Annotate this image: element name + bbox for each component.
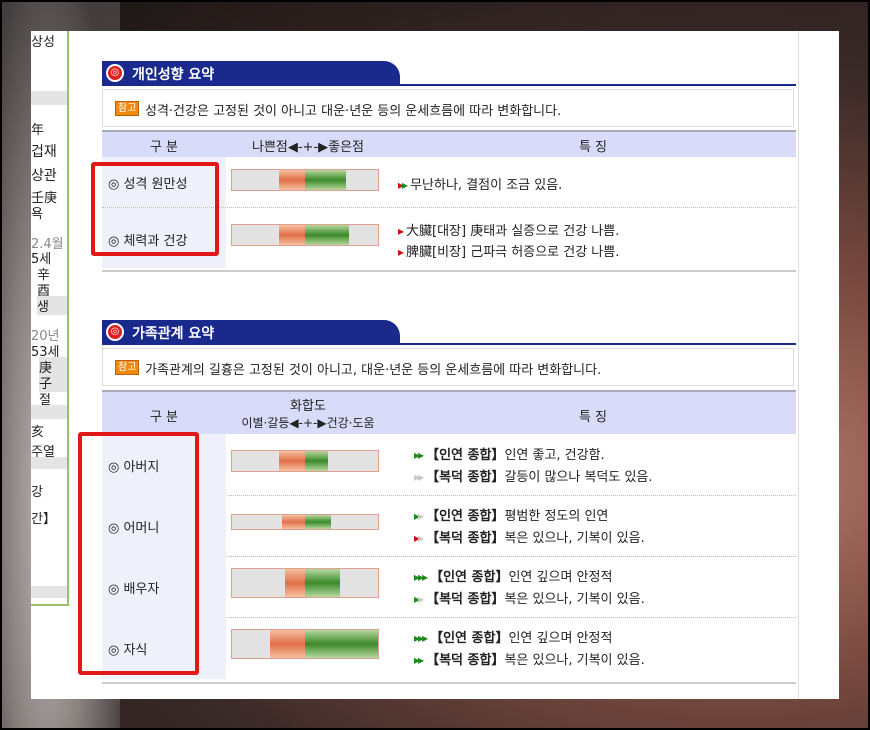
header-feature: 특 징 <box>578 410 608 425</box>
feature-line: ▸▸ 【복덕 종합】복은 있으나, 기복이 있음. <box>414 653 645 668</box>
arrow-icon: ▸▸ <box>414 653 424 667</box>
arrow-chevron-icon: ▸ <box>418 592 424 606</box>
table-row: ◎ 아버지 ▸▸ 【인연 종합】인연 좋고, 건강함. ▸▸ 【복덕 종합】갈등이 … <box>102 434 796 496</box>
note-text: 성격·건강은 고정된 것이 아니고 대운·년운 등의 운세흐름에 따라 변화합니… <box>145 104 562 119</box>
feature-line: ▸ 大臟[대장] 庚태과 실증으로 건강 나쁨. <box>398 224 620 239</box>
feature-line: ▸▸ 【인연 종합】인연 좋고, 건강함. <box>414 448 605 463</box>
arrow-chevron-icon: ▸ <box>422 631 428 645</box>
arrow-chevron-icon: ▸ <box>402 178 408 192</box>
arrow-chevron-icon: ▸ <box>418 531 424 545</box>
feature-line: ▸▸ 【복덕 종합】복은 있으나, 기복이 있음. <box>414 531 645 546</box>
table-row: ◎ 체력과 건강 ▸ 大臟[대장] 庚태과 실증으로 건강 나쁨. ▸ 脾臟[비장]… <box>102 208 796 268</box>
left-gray-row <box>31 91 67 105</box>
note-box: 참고 가족관계의 길흉은 고정된 것이 아니고, 대운·년운 등의 운세흐름에 … <box>102 348 794 386</box>
arrow-icon: ▸▸ <box>398 178 408 192</box>
header-scale-top: 화합도 <box>290 399 326 414</box>
row-label: ◎ 배우자 <box>102 556 226 617</box>
family-table: 구 분 화합도 이별·갈등◀-+-▶건강·도움 특 징 ◎ 아버지 ▸▸ 【인연 … <box>102 390 796 684</box>
personality-table: 구 분 나쁜점◀-+-▶좋은점 특 징 ◎ 성격 원만성 ▸▸ 무난하나, 결점이… <box>102 130 796 272</box>
header-category: 구 분 <box>149 410 179 425</box>
arrow-chevron-icon: ▸ <box>398 245 404 259</box>
row-label: ◎ 체력과 건강 <box>102 208 226 268</box>
left-cell: 간】 <box>31 512 56 527</box>
header-scale: 나쁜점◀-+-▶좋은점 <box>251 140 365 155</box>
header-category: 구 분 <box>149 140 179 155</box>
report-content: ◎ 개인성향 요약 참고 성격·건강은 고정된 것이 아니고 대운·년운 등의 … <box>100 31 799 699</box>
arrow-chevron-icon: ▸ <box>418 509 424 523</box>
arrow-icon: ▸ <box>398 224 404 238</box>
section-underline <box>102 84 796 86</box>
table-row: ◎ 배우자 ▸▸▸ 【인연 종합】인연 깊으며 안정적 ▸▸ 【복덕 종합】복은 있… <box>102 556 796 618</box>
left-cell: 겁재 <box>31 144 57 160</box>
left-cell: 상관 <box>31 168 57 184</box>
feature-line: ▸▸▸ 【인연 종합】인연 깊으며 안정적 <box>414 570 613 585</box>
table-row: ◎ 어머니 ▸▸ 【인연 종합】평범한 정도의 인연 ▸▸ 【복덕 종합】복은 있으… <box>102 495 796 557</box>
score-bar <box>231 169 379 191</box>
note-tag: 참고 <box>115 101 140 116</box>
bullseye-icon: ◎ <box>106 64 124 82</box>
left-cell: 年 <box>31 123 45 138</box>
section-title-personality: ◎ 개인성향 요약 <box>102 61 400 85</box>
arrow-chevron-icon: ▸ <box>418 470 424 484</box>
feature-line: ▸ 脾臟[비장] 己파극 허증으로 건강 나쁨. <box>398 245 620 260</box>
table-row: ◎ 자식 ▸▸▸ 【인연 종합】인연 깊으며 안정적 ▸▸ 【복덕 종합】복은 있으… <box>102 617 796 679</box>
arrow-icon: ▸▸ <box>414 509 424 523</box>
arrow-icon: ▸▸▸ <box>414 631 428 645</box>
table-row: ◎ 성격 원만성 ▸▸ 무난하나, 결점이 조금 있음. <box>102 157 796 208</box>
score-bar <box>231 224 379 246</box>
note-box: 참고 성격·건강은 고정된 것이 아니고 대운·년운 등의 운세흐름에 따라 변… <box>102 89 794 127</box>
arrow-chevron-icon: ▸ <box>418 653 424 667</box>
bullseye-icon: ◎ <box>106 323 124 341</box>
left-gray-row <box>31 457 67 469</box>
row-label: ◎ 어머니 <box>102 495 226 556</box>
table-header: 구 분 나쁜점◀-+-▶좋은점 특 징 <box>102 132 796 157</box>
left-gray-row <box>31 586 67 598</box>
score-bar <box>231 629 379 659</box>
left-cell: 강 <box>31 485 43 500</box>
row-label: ◎ 아버지 <box>102 434 226 495</box>
arrow-icon: ▸▸ <box>414 592 424 606</box>
score-bar <box>231 450 379 472</box>
left-cell: 상성 <box>31 35 55 50</box>
arrow-icon: ▸▸ <box>414 448 424 462</box>
feature-line: ▸▸ 【복덕 종합】갈등이 많으나 복덕도 있음. <box>414 470 653 485</box>
header-scale-bottom: 이별·갈등◀-+-▶건강·도움 <box>241 416 375 430</box>
section-underline <box>102 343 796 345</box>
header-feature: 특 징 <box>578 140 608 155</box>
left-cell: 생 <box>37 296 67 315</box>
row-label: ◎ 자식 <box>102 617 226 679</box>
left-gray-row <box>31 405 67 419</box>
feature-line: ▸▸ 무난하나, 결점이 조금 있음. <box>398 178 563 193</box>
section-title-family: ◎ 가족관계 요약 <box>102 320 400 344</box>
feature-line: ▸▸ 【인연 종합】평범한 정도의 인연 <box>414 509 609 524</box>
arrow-icon: ▸▸ <box>414 470 424 484</box>
arrow-icon: ▸▸ <box>414 531 424 545</box>
left-cell: 亥 <box>31 425 45 440</box>
arrow-chevron-icon: ▸ <box>418 448 424 462</box>
table-header: 구 분 화합도 이별·갈등◀-+-▶건강·도움 특 징 <box>102 392 796 434</box>
left-cell: 욕 <box>31 207 43 222</box>
score-bar <box>231 514 379 530</box>
note-tag: 참고 <box>115 360 140 375</box>
arrow-icon: ▸▸▸ <box>414 570 428 584</box>
left-saju-column: 상성 年 겁재 상관 壬庚 욕 2.4월 5세 辛 酉 생 20년 53세 庚 … <box>31 31 69 606</box>
score-bar <box>231 568 379 598</box>
arrow-chevron-icon: ▸ <box>422 570 428 584</box>
arrow-icon: ▸ <box>398 245 404 259</box>
feature-line: ▸▸ 【복덕 종합】복은 있으나, 기복이 있음. <box>414 592 645 607</box>
note-text: 가족관계의 길흉은 고정된 것이 아니고, 대운·년운 등의 운세흐름에 따라 … <box>145 363 602 378</box>
feature-line: ▸▸▸ 【인연 종합】인연 깊으며 안정적 <box>414 631 613 646</box>
row-label: ◎ 성격 원만성 <box>102 157 226 207</box>
arrow-chevron-icon: ▸ <box>398 224 404 238</box>
